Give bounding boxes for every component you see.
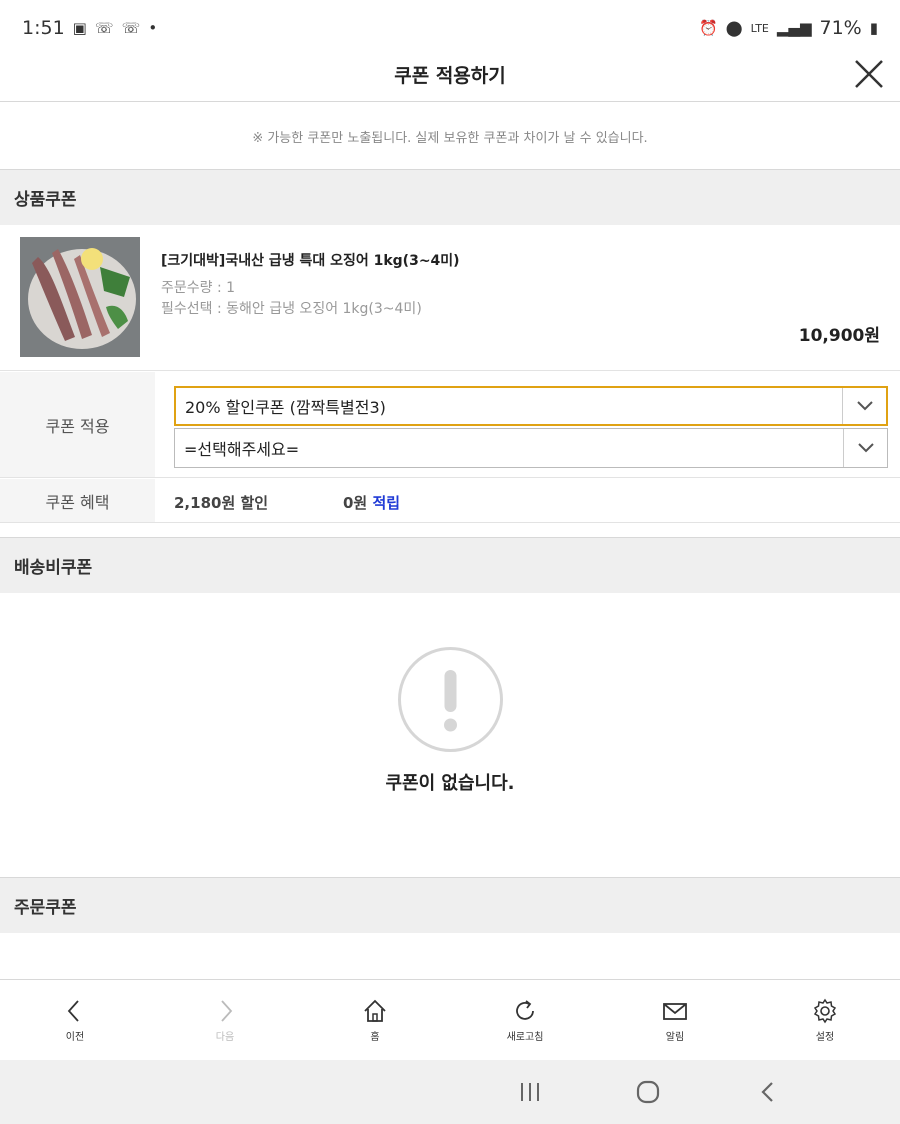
chevron-left-icon	[67, 1000, 79, 1022]
page-title: 쿠폰 적용하기	[394, 65, 506, 87]
empty-state-text: 쿠폰이 없습니다.	[385, 773, 515, 794]
status-right: ⏰ ⬤ LTE ▂▄▆ 71% ▮	[699, 17, 878, 39]
close-icon	[855, 60, 883, 88]
gear-icon	[813, 998, 837, 1024]
section-order-coupon: 주문쿠폰	[0, 877, 900, 933]
browser-toolbar: 이전 다음 홈 새로고침 알림 설정	[0, 981, 900, 1060]
coupon-apply-label: 쿠폰 적용	[0, 372, 155, 477]
gallery-icon: ▣	[72, 19, 87, 37]
coupon-select-primary[interactable]: 20% 할인쿠폰 (깜짝특별전3)	[174, 386, 888, 426]
more-dot-icon: •	[148, 19, 158, 37]
chevron-down-icon	[857, 443, 874, 453]
battery-percent: 71%	[819, 17, 862, 39]
product-item: [크기대박]국내산 급냉 특대 오징어 1kg(3~4미) 주문수량 : 1 필…	[0, 225, 900, 371]
battery-icon: ▮	[869, 19, 878, 37]
warning-icon	[398, 647, 503, 752]
signal-icon: ▂▄▆	[776, 19, 812, 37]
refresh-button[interactable]: 새로고침	[450, 981, 600, 1060]
forward-label: 다음	[215, 1032, 235, 1043]
recent-apps-icon	[521, 1083, 539, 1101]
home-button[interactable]: 홈	[300, 981, 450, 1060]
coupon-notice: ※ 가능한 쿠폰만 노출됩니다. 실제 보유한 쿠폰과 차이가 날 수 있습니다…	[0, 103, 900, 169]
coupon-select-primary-chevron	[842, 388, 886, 424]
home-circle-icon	[636, 1080, 660, 1104]
home-system-button[interactable]	[628, 1076, 668, 1108]
coupon-select-secondary-chevron	[843, 429, 887, 467]
status-time: 1:51	[22, 17, 65, 39]
product-quantity: 주문수량 : 1	[161, 280, 236, 296]
coupon-benefit-points: 0원 적립	[343, 492, 400, 513]
system-nav-bar	[0, 1060, 900, 1124]
close-button[interactable]	[852, 57, 886, 91]
coupon-select-secondary-value: =선택해주세요=	[184, 440, 300, 459]
missed-call-icon: ☏	[94, 19, 114, 37]
notifications-label: 알림	[665, 1032, 685, 1043]
refresh-icon	[516, 1000, 534, 1020]
coupon-benefit-label: 쿠폰 혜택	[0, 479, 155, 522]
empty-state: 쿠폰이 없습니다.	[0, 593, 900, 877]
section-shipping-coupon: 배송비쿠폰	[0, 537, 900, 593]
points-amount: 0원	[343, 494, 368, 512]
chevron-down-icon	[856, 401, 873, 411]
product-price: 10,900원	[798, 326, 880, 346]
missed-call-icon-2: ☏	[121, 19, 141, 37]
order-coupon-content	[0, 933, 900, 980]
mail-icon	[663, 1003, 687, 1020]
status-left: 1:51 ▣ ☏ ☏ •	[22, 17, 157, 39]
product-thumbnail	[20, 237, 140, 357]
home-label: 홈	[370, 1032, 380, 1043]
section-product-coupon: 상품쿠폰	[0, 169, 900, 225]
coupon-apply-row: 쿠폰 적용 20% 할인쿠폰 (깜짝특별전3) =선택해주세요=	[0, 372, 900, 478]
notifications-button[interactable]: 알림	[600, 981, 750, 1060]
back-arrow-icon	[761, 1082, 773, 1102]
forward-button[interactable]: 다음	[150, 981, 300, 1060]
coupon-select-secondary[interactable]: =선택해주세요=	[174, 428, 888, 468]
points-word: 적립	[372, 494, 401, 512]
home-icon	[364, 999, 386, 1022]
page-header: 쿠폰 적용하기	[0, 48, 900, 102]
back-button[interactable]: 이전	[0, 981, 150, 1060]
coupon-select-primary-value: 20% 할인쿠폰 (깜짝특별전3)	[185, 398, 386, 417]
product-name: [크기대박]국내산 급냉 특대 오징어 1kg(3~4미)	[161, 253, 460, 269]
location-icon: ⬤	[725, 19, 743, 37]
coupon-benefit-row: 쿠폰 혜택 2,180원 할인 0원 적립	[0, 479, 900, 523]
refresh-label: 새로고침	[506, 1032, 544, 1043]
settings-label: 설정	[815, 1032, 835, 1043]
alarm-icon: ⏰	[699, 19, 718, 37]
back-label: 이전	[65, 1032, 85, 1043]
system-back-button[interactable]	[748, 1076, 788, 1108]
coupon-benefit-discount: 2,180원 할인	[174, 494, 269, 512]
product-option: 필수선택 : 동해안 급냉 오징어 1kg(3~4미)	[161, 301, 422, 317]
recent-apps-button[interactable]	[510, 1076, 550, 1108]
chevron-right-icon	[221, 1000, 233, 1022]
settings-button[interactable]: 설정	[750, 981, 900, 1060]
network-type-label: LTE	[750, 21, 769, 35]
